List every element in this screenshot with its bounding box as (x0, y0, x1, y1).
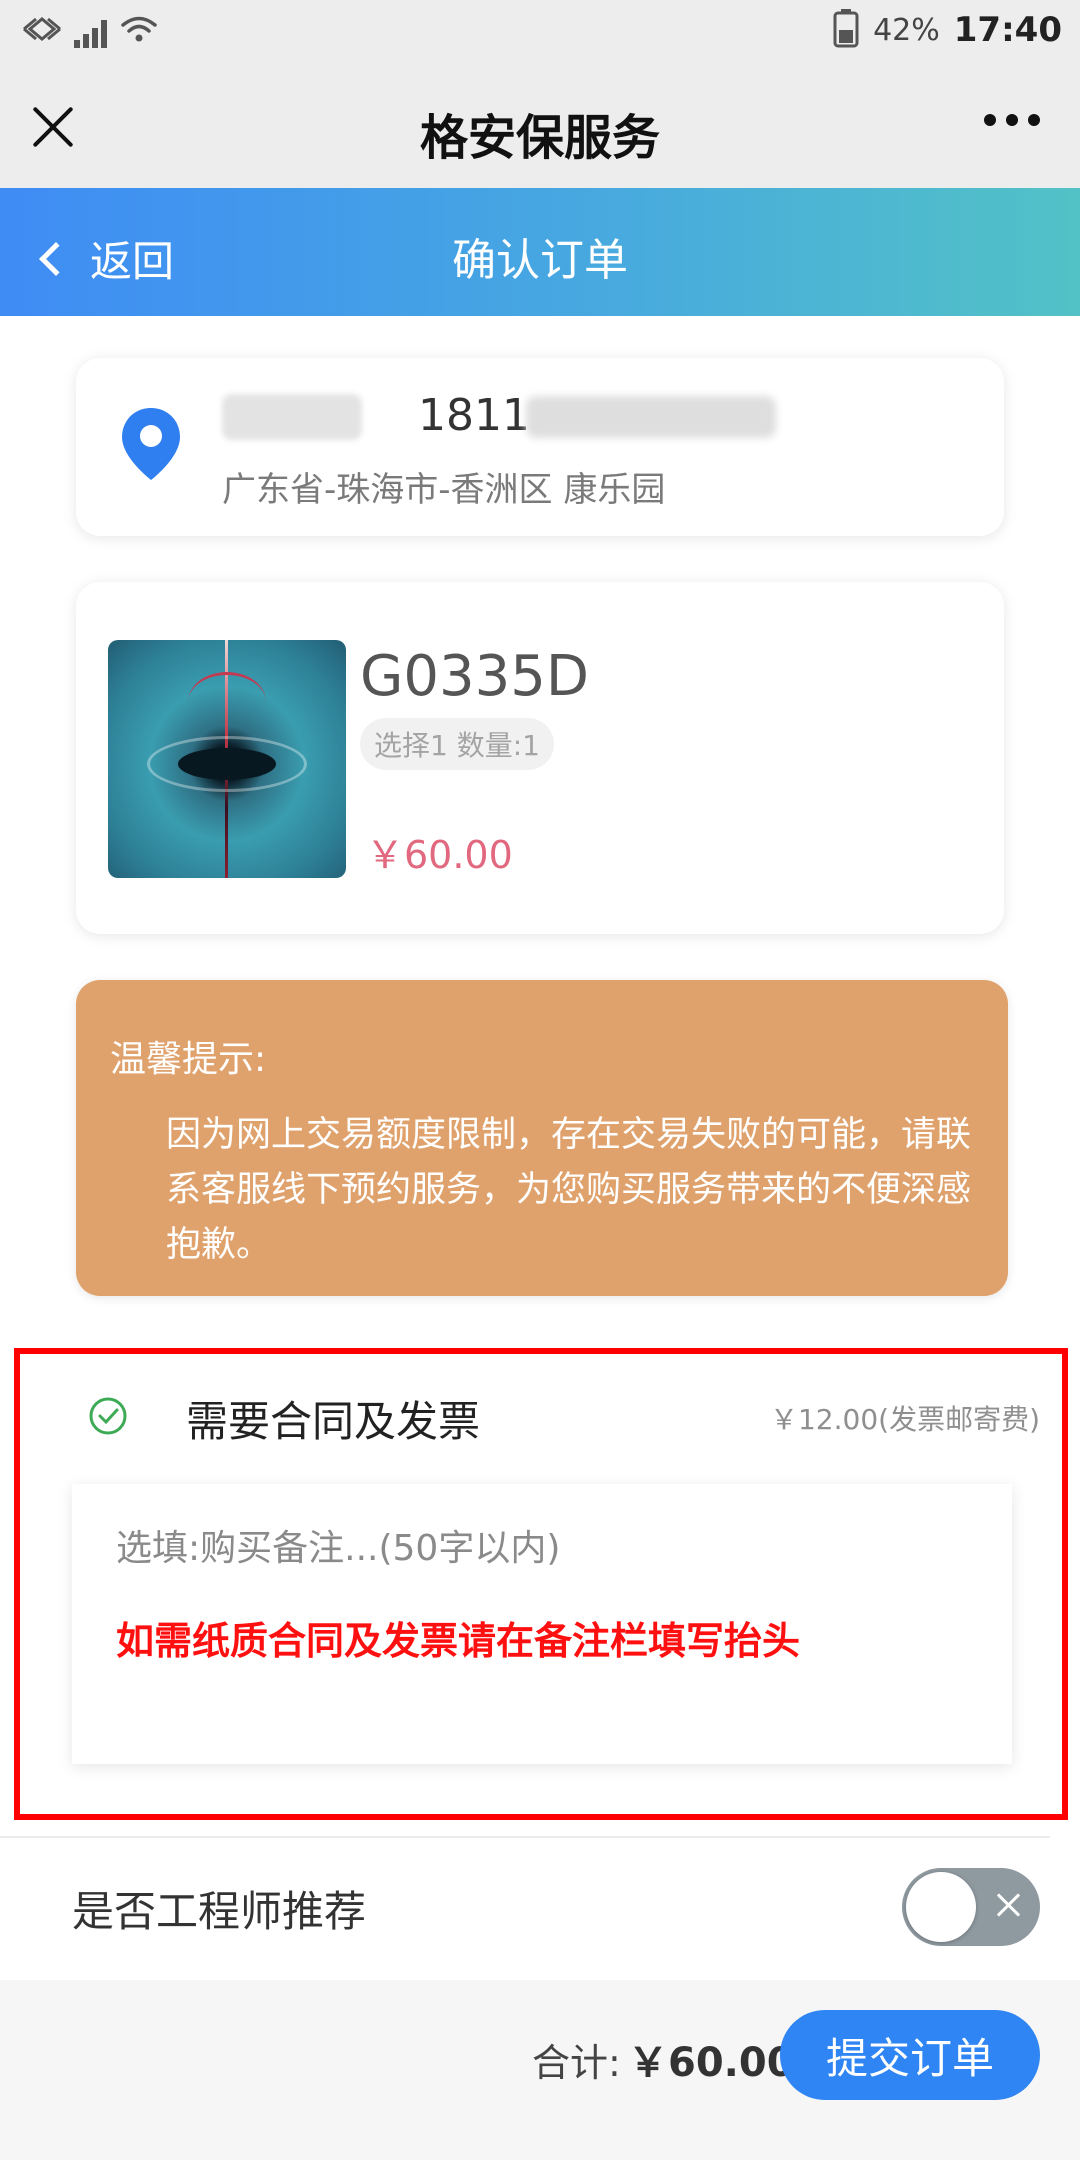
address-card[interactable]: 1811 广东省-珠海市-香洲区 康乐园 (76, 358, 1004, 536)
page-title: 确认订单 (452, 235, 628, 286)
invoice-option-label[interactable]: 需要合同及发票 (186, 1388, 480, 1449)
recipient-phone: 1811 (418, 390, 530, 441)
product-image (108, 640, 346, 878)
divider (0, 1836, 1050, 1838)
signal-icon (74, 18, 107, 48)
phone-redacted (526, 396, 776, 438)
submit-order-button[interactable]: 提交订单 (780, 2010, 1040, 2100)
remark-instruction: 如需纸质合同及发票请在备注栏填写抬头 (116, 1619, 801, 1663)
remark-box: 如需纸质合同及发票请在备注栏填写抬头 (72, 1484, 1012, 1764)
battery-icon (833, 8, 859, 52)
invoice-fee: ￥12.00(发票邮寄费) (769, 1403, 1040, 1436)
warning-tip-card: 温馨提示: 因为网上交易额度限制，存在交易失败的可能，请联系客服线下预约服务，为… (76, 980, 1008, 1296)
carrier-icon (22, 14, 62, 48)
engineer-recommend-toggle[interactable] (902, 1868, 1040, 1946)
check-circle-icon[interactable] (88, 1396, 128, 1440)
location-pin-icon (120, 406, 182, 486)
tip-body: 因为网上交易额度限制，存在交易失败的可能，请联系客服线下预约服务，为您购买服务带… (166, 1115, 972, 1265)
product-name: G0335D (360, 644, 590, 709)
checkout-bar: 合计: ￥60.00 提交订单 (0, 1980, 1080, 2160)
product-card: G0335D 选择1 数量:1 ￥60.00 (76, 582, 1004, 934)
tip-title: 温馨提示: (110, 1039, 267, 1080)
recipient-address: 广东省-珠海市-香洲区 康乐园 (222, 470, 666, 510)
total-label: 合计: (532, 2041, 621, 2085)
wifi-icon (119, 14, 159, 48)
status-right: 42% 17:40 (833, 8, 1062, 52)
clock-time: 17:40 (953, 10, 1062, 50)
status-bar: 42% 17:40 (0, 0, 1080, 64)
nav-bar: 返回 确认订单 (0, 188, 1080, 316)
toggle-knob (906, 1872, 976, 1942)
product-price: ￥60.00 (366, 833, 513, 877)
battery-percent: 42% (873, 12, 940, 48)
app-title: 格安保服务 (419, 110, 660, 166)
dot-icon (1006, 114, 1018, 126)
remark-input[interactable] (116, 1528, 976, 1569)
close-icon (994, 1890, 1024, 1920)
recipient-name-redacted (222, 394, 362, 440)
engineer-recommend-label: 是否工程师推荐 (72, 1887, 367, 1936)
product-spec-badge: 选择1 数量:1 (360, 718, 554, 770)
dot-icon (984, 114, 996, 126)
status-left (22, 14, 159, 48)
more-options-button[interactable] (984, 114, 1040, 126)
title-bar: 格安保服务 (0, 64, 1080, 188)
dot-icon (1028, 114, 1040, 126)
total-amount: ￥60.00 (628, 2040, 795, 2086)
